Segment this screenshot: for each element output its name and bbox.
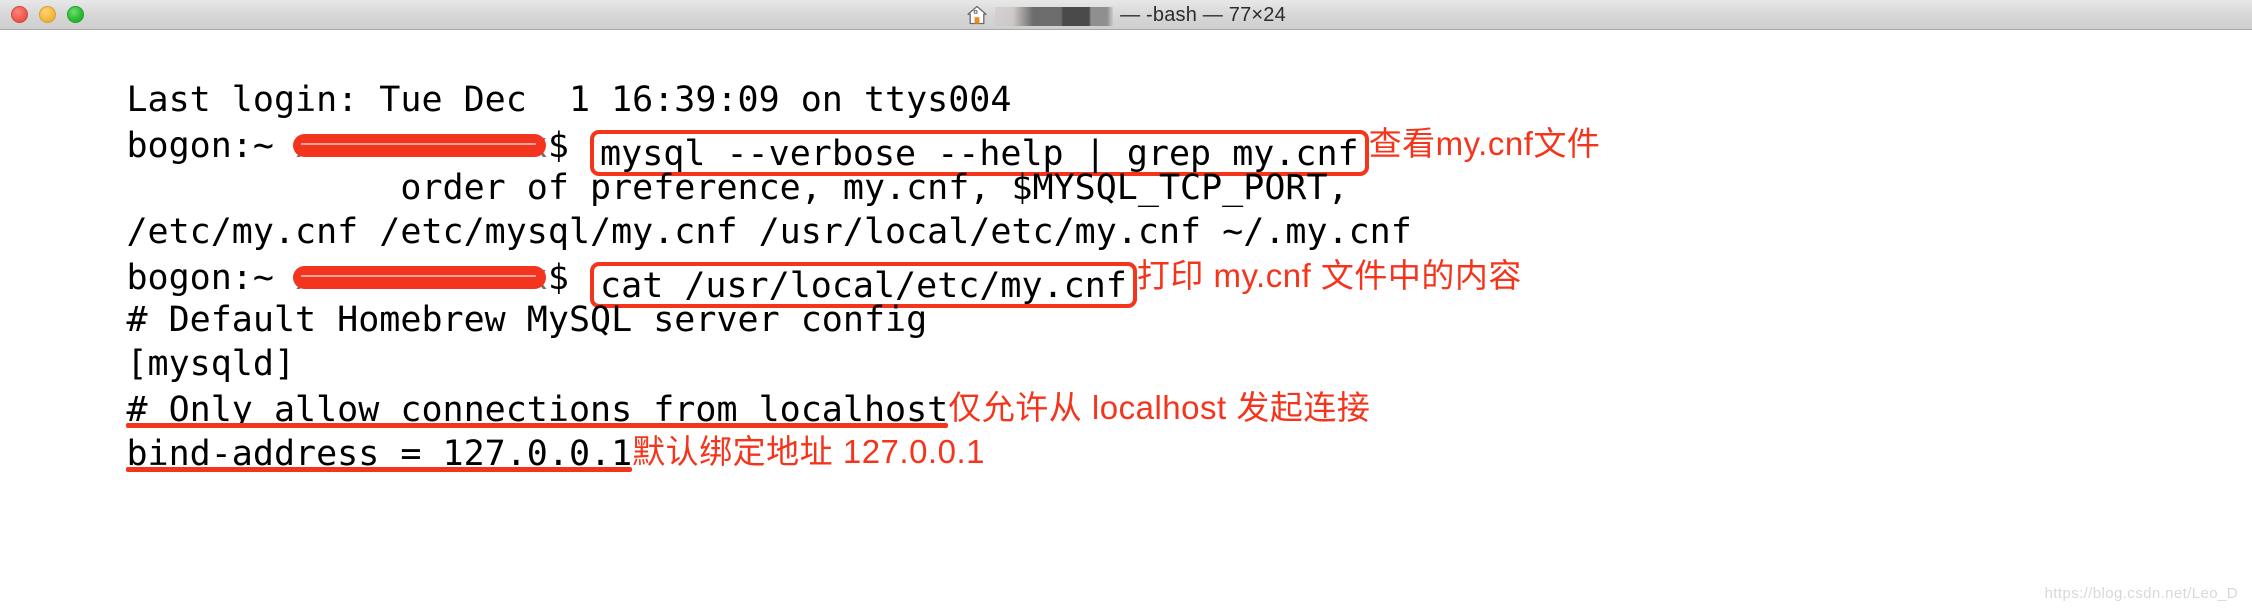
maximize-window-button[interactable] bbox=[67, 6, 84, 23]
terminal-line-mysqld-section: [mysqld] bbox=[0, 298, 2252, 384]
redacted-username-title bbox=[995, 6, 1114, 26]
terminal-line-last-login: Last login: Tue Dec 1 16:39:09 on ttys00… bbox=[0, 34, 2252, 120]
terminal-line-prompt-2: bogon:~ xxxxxxxxxxxx$ cat /usr/local/etc… bbox=[0, 210, 2252, 308]
terminal-line-partial-bottom: mysqlx-bind-address = 127.0.0.1 bbox=[0, 430, 2252, 452]
terminal-line-localhost-comment: # Only allow connections from localhost仅… bbox=[0, 342, 2252, 430]
terminal-window: — -bash — 77×24 Last login: Tue Dec 1 16… bbox=[0, 0, 2252, 608]
watermark-text: https://blog.csdn.net/Leo_D bbox=[2044, 585, 2238, 602]
minimize-window-button[interactable] bbox=[39, 6, 56, 23]
home-icon bbox=[966, 4, 988, 26]
window-title-group: — -bash — 77×24 bbox=[0, 0, 2252, 30]
traffic-light-group bbox=[11, 6, 84, 23]
close-window-button[interactable] bbox=[11, 6, 28, 23]
terminal-content[interactable]: Last login: Tue Dec 1 16:39:09 on ttys00… bbox=[0, 30, 2252, 608]
window-titlebar: — -bash — 77×24 bbox=[0, 0, 2252, 30]
terminal-line-cnf-paths: /etc/my.cnf /etc/mysql/my.cnf /usr/local… bbox=[0, 166, 2252, 252]
terminal-line-prompt-1: bogon:~ xxxxxxxxxxxx$ mysql --verbose --… bbox=[0, 78, 2252, 176]
window-title-text: — -bash — 77×24 bbox=[1120, 3, 1286, 26]
terminal-line-order-of-preference: order of preference, my.cnf, $MYSQL_TCP_… bbox=[0, 122, 2252, 208]
terminal-line-config-comment: # Default Homebrew MySQL server config bbox=[0, 254, 2252, 340]
terminal-line-bind-address: bind-address = 127.0.0.1默认绑定地址 127.0.0.1 bbox=[0, 386, 2252, 474]
